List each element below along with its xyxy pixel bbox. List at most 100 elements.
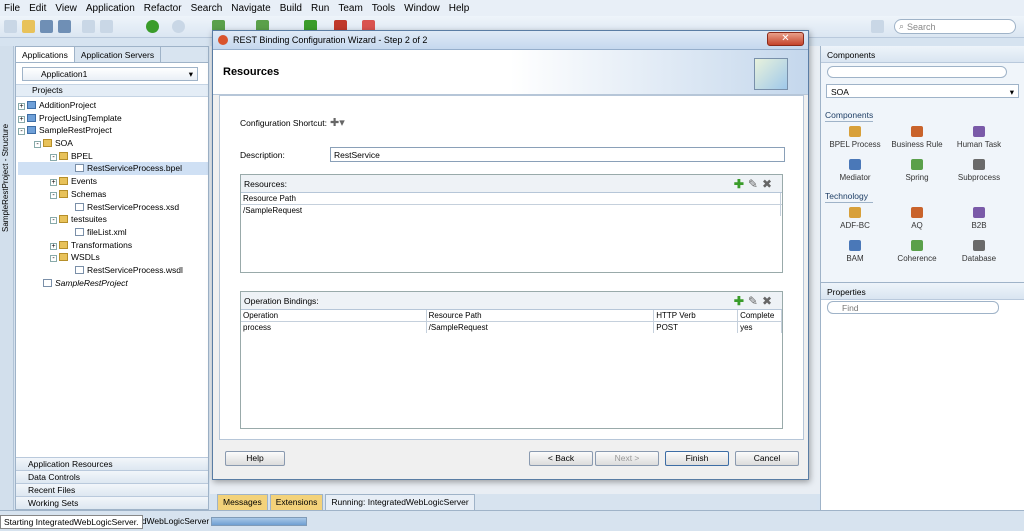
collapse-icon[interactable]: - [50,217,57,225]
search-scope-icon[interactable] [871,20,884,33]
tab-application-servers[interactable]: Application Servers [75,47,162,62]
tree-item[interactable]: - WSDLs [18,251,208,264]
menu-search[interactable]: Search [191,3,223,14]
open-icon[interactable] [22,20,35,33]
back-nav-icon[interactable] [146,20,159,33]
collapse-icon[interactable]: - [50,255,57,263]
properties-find-input[interactable]: Find [827,301,999,314]
close-button[interactable]: ✕ [767,32,804,46]
file-icon [75,164,84,173]
component-item[interactable]: BPEL Process [825,126,885,149]
tree-item[interactable]: + Transformations [18,239,208,252]
menu-navigate[interactable]: Navigate [231,3,270,14]
help-button[interactable]: Help [225,451,285,466]
add-icon[interactable]: ✚ [734,177,748,191]
component-item[interactable]: AQ [887,207,947,230]
tree-item[interactable]: - testsuites [18,213,208,226]
component-item[interactable]: Subprocess [949,159,1009,182]
tab-running-server[interactable]: Running: IntegratedWebLogicServer [325,494,475,510]
tab-messages[interactable]: Messages [217,494,268,510]
delete-icon[interactable]: ✖ [762,294,776,308]
next-button[interactable]: Next > [595,451,659,466]
component-item[interactable]: B2B [949,207,1009,230]
menu-help[interactable]: Help [449,3,470,14]
component-item[interactable]: ADF-BC [825,207,885,230]
collapse-icon[interactable]: - [50,191,57,199]
palette-selector[interactable]: SOA ▾ [826,84,1019,98]
component-item[interactable]: Mediator [825,159,885,182]
accordion-data-controls[interactable]: Data Controls [16,470,208,483]
redo-icon[interactable] [100,20,113,33]
menu-tools[interactable]: Tools [372,3,395,14]
add-icon[interactable]: ✚ [734,294,748,308]
undo-icon[interactable] [82,20,95,33]
tab-applications[interactable]: Applications [16,47,75,62]
menu-build[interactable]: Build [280,3,302,14]
component-item[interactable]: Spring [887,159,947,182]
menu-application[interactable]: Application [86,3,135,14]
tree-item[interactable]: - Schemas [18,188,208,201]
expand-icon[interactable]: + [18,115,25,123]
search-input[interactable]: ⌕ Search [894,19,1016,34]
tree-item[interactable]: + Events [18,175,208,188]
menu-team[interactable]: Team [338,3,362,14]
cancel-button[interactable]: Cancel [735,451,799,466]
component-item[interactable]: Human Task [949,126,1009,149]
expand-icon[interactable]: + [18,103,25,110]
accordion-application-resources[interactable]: Application Resources [16,457,208,470]
tree-item[interactable]: RestServiceProcess.wsdl [18,264,208,277]
tree-item[interactable]: RestServiceProcess.bpel [18,162,208,176]
collapse-icon[interactable]: - [50,153,57,161]
structure-strip[interactable]: SampleRestProject - Structure [0,46,14,510]
tree-item[interactable]: fileList.xml [18,226,208,239]
component-item[interactable]: Coherence [887,240,947,263]
tree-item[interactable]: SampleRestProject [18,277,208,290]
progress-bar [211,517,307,526]
component-item[interactable]: Business Rule [887,126,947,149]
tree-item[interactable]: - SOA [18,137,208,150]
edit-icon[interactable]: ✎ [748,294,762,308]
menu-view[interactable]: View [55,3,77,14]
tree-item[interactable]: + ProjectUsingTemplate [18,112,208,125]
expand-icon[interactable]: + [50,179,57,187]
components-search-input[interactable] [827,66,1007,78]
back-button[interactable]: < Back [529,451,593,466]
collapse-icon[interactable]: - [34,141,41,149]
menu-edit[interactable]: Edit [29,3,46,14]
table-row[interactable]: /SampleRequest [241,205,782,216]
projects-bar[interactable]: Projects [16,84,208,97]
folder-icon [59,151,68,160]
application-selector[interactable]: Application1 ▾ [22,67,198,81]
new-icon[interactable] [4,20,17,33]
accordion-working-sets[interactable]: Working Sets [16,496,208,509]
save-icon[interactable] [40,20,53,33]
tab-extensions[interactable]: Extensions [269,494,324,510]
menu-refactor[interactable]: Refactor [144,3,182,14]
forward-nav-icon[interactable] [172,20,185,33]
tree-item[interactable]: RestServiceProcess.xsd [18,201,208,214]
delete-icon[interactable]: ✖ [762,177,776,191]
finish-button[interactable]: Finish [665,451,729,466]
expand-icon[interactable]: + [50,242,57,250]
tree-item[interactable]: - SampleRestProject [18,124,208,137]
menu-run[interactable]: Run [311,3,329,14]
menu-file[interactable]: File [4,3,20,14]
component-label: Coherence [897,254,937,263]
structure-tab-label[interactable]: SampleRestProject - Structure [1,112,10,232]
component-item[interactable]: BAM [825,240,885,263]
component-label: ADF-BC [840,221,870,230]
tree-item[interactable]: + AdditionProject [18,99,208,112]
accordion-recent-files[interactable]: Recent Files [16,483,208,496]
component-icon [973,240,985,251]
resources-box: Resources: ✚✎✖ Resource Path /SampleRequ… [240,174,783,273]
operation-bindings-box: Operation Bindings: ✚✎✖ Operation Resour… [240,291,783,429]
component-item[interactable]: Database [949,240,1009,263]
description-input[interactable]: RestService [330,147,785,162]
collapse-icon[interactable]: - [18,128,25,136]
shortcut-dropdown-icon[interactable]: ✚▾ [330,116,345,129]
tree-item[interactable]: - BPEL [18,150,208,163]
edit-icon[interactable]: ✎ [748,177,762,191]
menu-window[interactable]: Window [404,3,440,14]
save-all-icon[interactable] [58,20,71,33]
table-row[interactable]: process /SampleRequest POST yes [241,322,782,333]
